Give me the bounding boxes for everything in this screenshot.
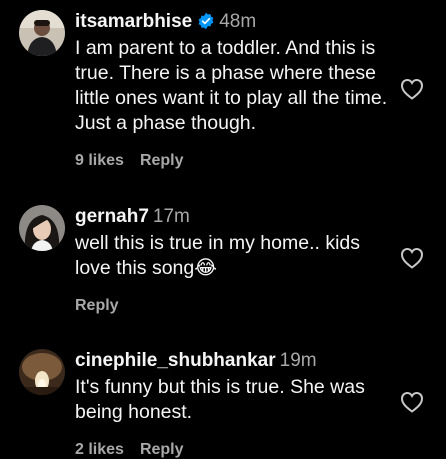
comment-item: itsamarbhise 48m I am parent to a toddler… xyxy=(0,0,446,185)
comment-time: 19m xyxy=(279,350,317,371)
comment-text: well this is true in my home.. kids love… xyxy=(75,232,361,279)
comment-time: 17m xyxy=(152,206,190,227)
username[interactable]: itsamarbhise xyxy=(75,11,192,32)
comment-item: cinephile_shubhankar 19m It's funny but t… xyxy=(0,335,446,458)
comment-actions: 9 likes Reply xyxy=(75,152,184,170)
likes-count[interactable]: 9 likes xyxy=(75,152,124,169)
heart-outline-icon[interactable] xyxy=(400,78,424,100)
comment-time: 48m xyxy=(219,11,257,32)
comment-actions: 2 likes Reply xyxy=(75,441,184,459)
comment-text: I am parent to a toddler. And this is tr… xyxy=(75,37,388,134)
reply-button[interactable]: Reply xyxy=(140,152,184,169)
avatar[interactable] xyxy=(19,205,65,251)
verified-badge-icon xyxy=(197,12,215,37)
comment-item: gernah7 17m well this is true in my home.… xyxy=(0,185,446,335)
username[interactable]: gernah7 xyxy=(75,206,149,227)
avatar[interactable] xyxy=(19,349,65,395)
comment-header: itsamarbhise 48m xyxy=(75,10,256,37)
heart-outline-icon[interactable] xyxy=(400,247,424,269)
comment-header: gernah7 17m xyxy=(75,205,190,229)
username[interactable]: cinephile_shubhankar xyxy=(75,350,276,371)
comment-header: cinephile_shubhankar 19m xyxy=(75,349,317,373)
avatar[interactable] xyxy=(19,10,65,56)
heart-outline-icon[interactable] xyxy=(400,391,424,413)
reply-button[interactable]: Reply xyxy=(75,297,119,314)
comment-actions: Reply xyxy=(75,297,119,315)
comment-text: It's funny but this is true. She was bei… xyxy=(75,376,365,423)
